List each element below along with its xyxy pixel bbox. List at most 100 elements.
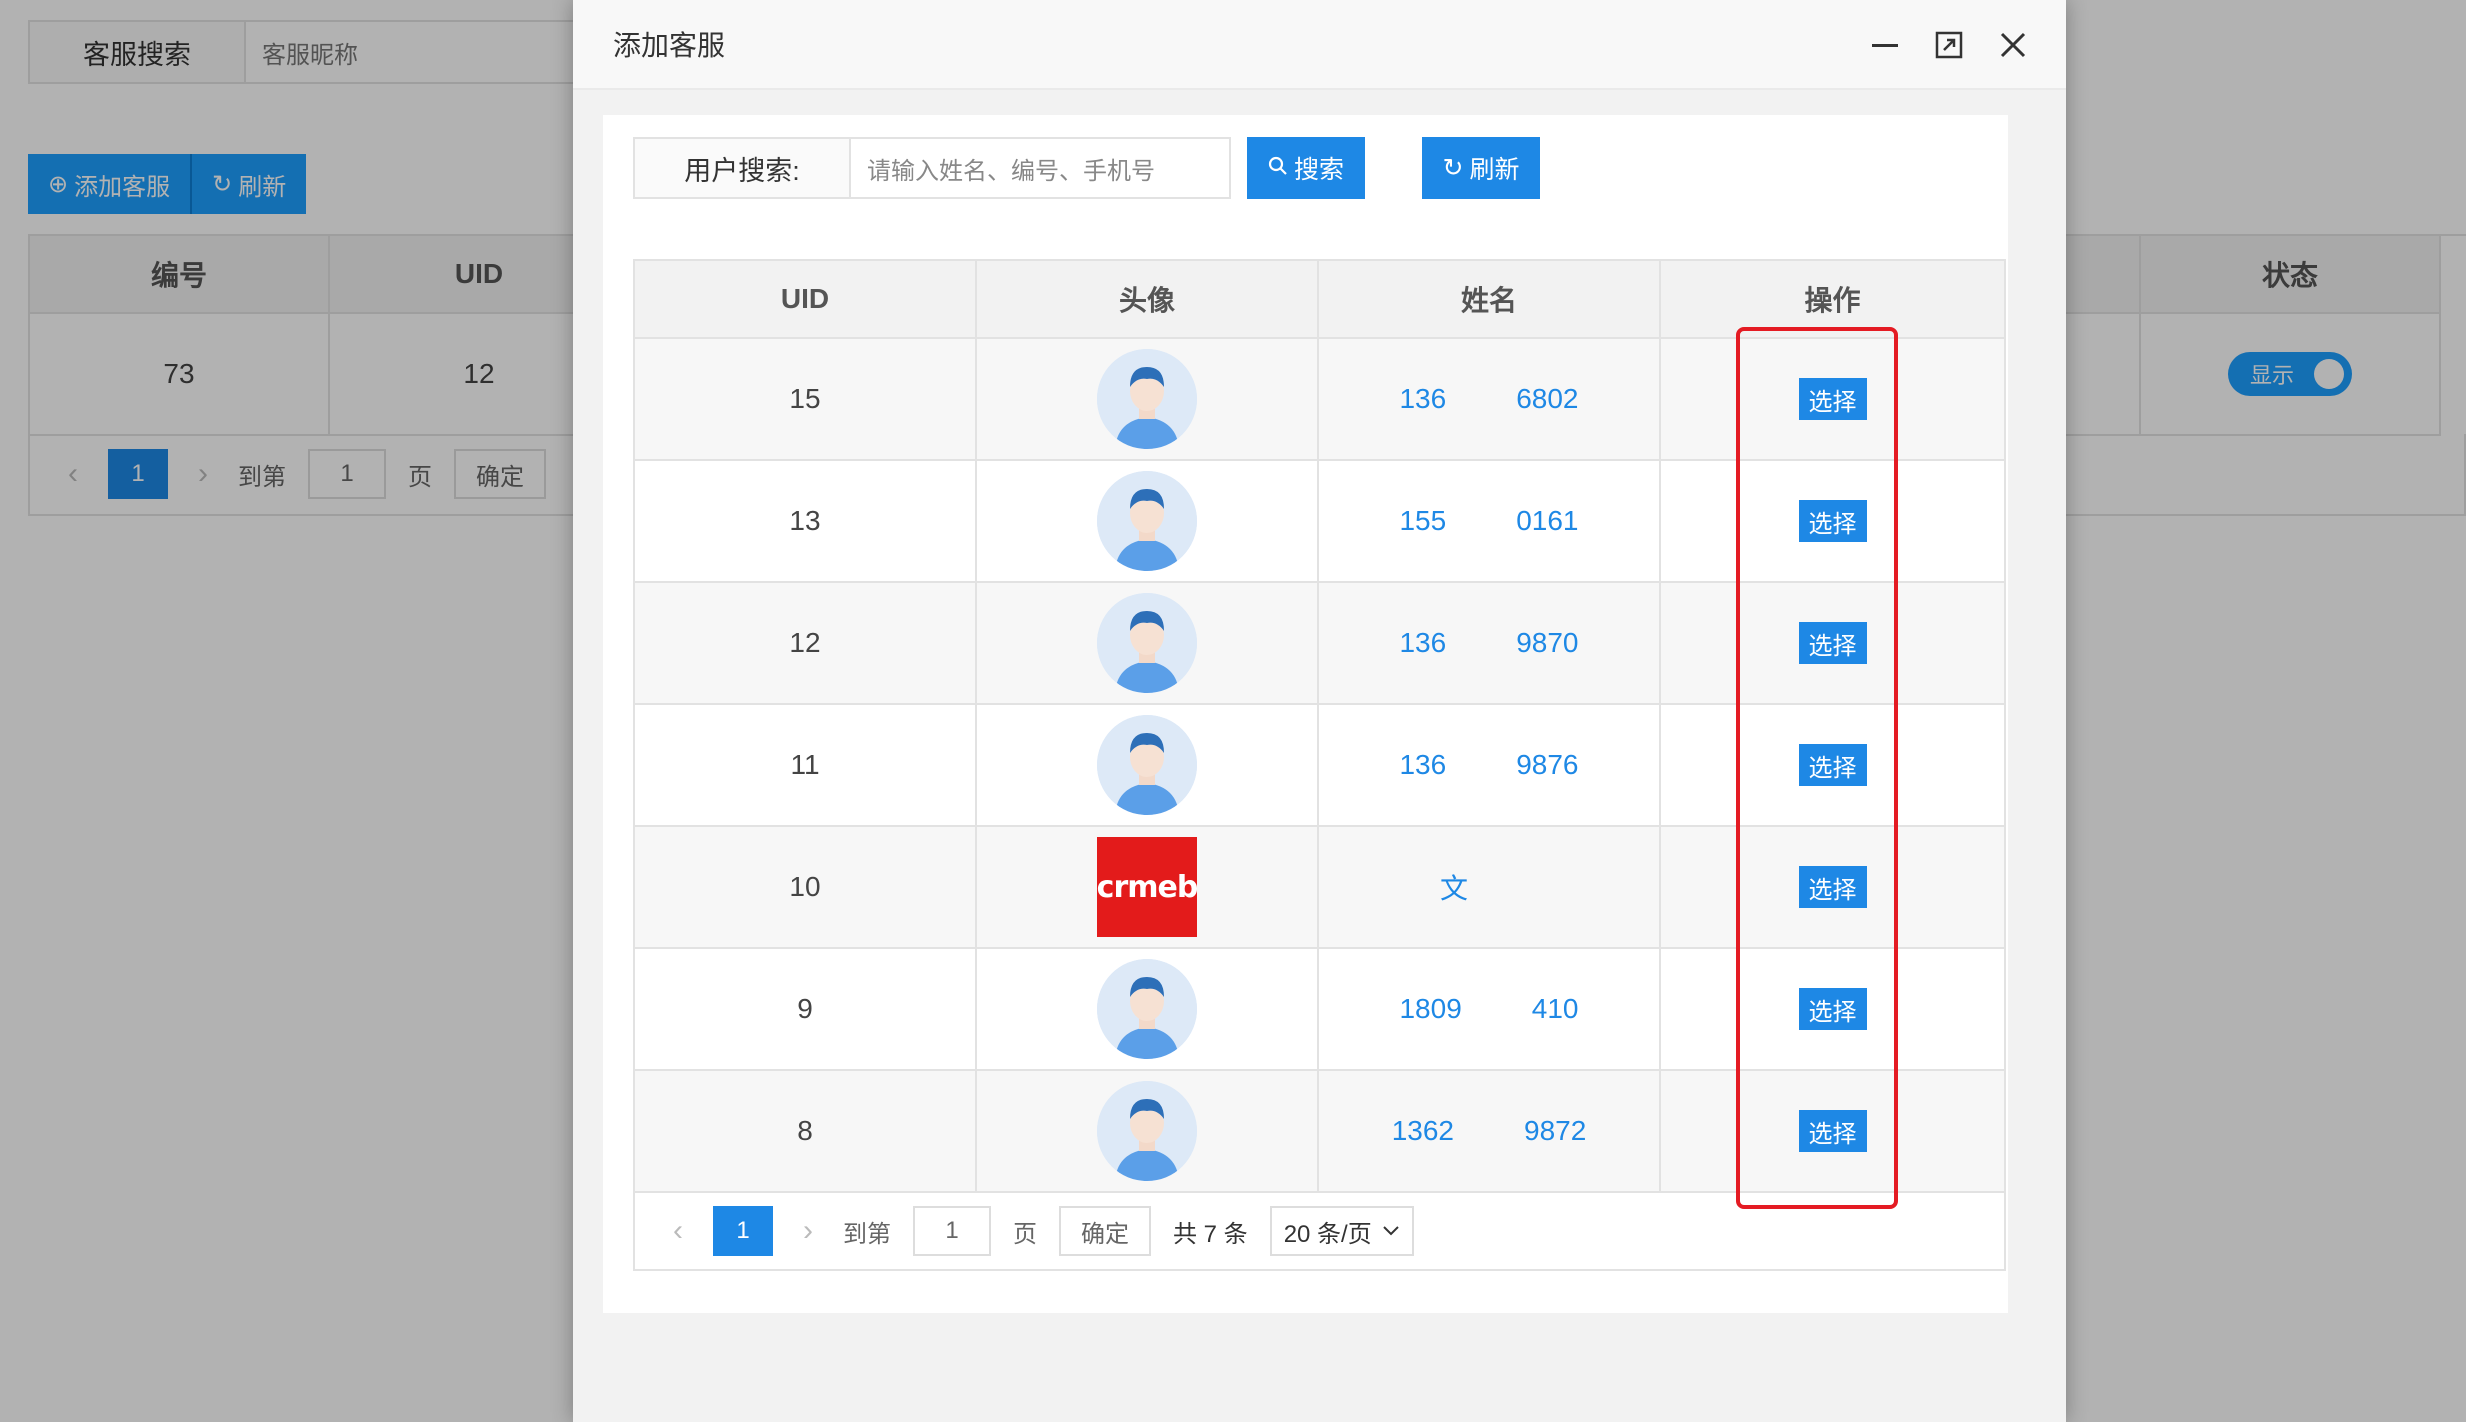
cell-avatar — [977, 705, 1319, 827]
user-avatar-icon — [1097, 959, 1197, 1059]
cell-action: 选择 — [1661, 1071, 2006, 1193]
select-button[interactable]: 选择 — [1798, 622, 1867, 664]
search-icon — [1268, 154, 1288, 183]
page-input[interactable]: 1 — [913, 1206, 991, 1256]
cell-avatar — [977, 339, 1319, 461]
user-name-link[interactable]: 155 0161 — [1399, 505, 1578, 537]
select-button[interactable]: 选择 — [1798, 744, 1867, 786]
confirm-button[interactable]: 确定 — [1059, 1206, 1151, 1256]
uid-value: 8 — [797, 1115, 813, 1146]
name-prefix: 155 — [1399, 505, 1447, 536]
user-name-link[interactable]: 1809 410 — [1399, 993, 1578, 1025]
modal-tools — [1868, 28, 2030, 62]
header-avatar: 头像 — [977, 261, 1319, 339]
table-row: 13 155 0161 选择 — [635, 461, 2006, 583]
modal-pagination: ‹ 1 › 到第 1 页 确定 共 7 条 20 条/页 — [635, 1193, 2006, 1271]
refresh-icon: ↻ — [1442, 154, 1464, 182]
uid-value: 13 — [789, 505, 821, 536]
user-table-header: UID 头像 姓名 操作 — [635, 261, 2006, 339]
crmeb-logo-avatar: crmeb — [1097, 837, 1198, 937]
cell-uid: 10 — [635, 827, 977, 949]
user-avatar-icon — [1097, 471, 1197, 571]
cell-action: 选择 — [1661, 339, 2006, 461]
cell-avatar: crmeb — [977, 827, 1319, 949]
cell-action: 选择 — [1661, 827, 2006, 949]
cell-action: 选择 — [1661, 705, 2006, 827]
total-count: 共 7 条 — [1173, 1220, 1248, 1248]
cell-name: 1362 9872 — [1319, 1071, 1661, 1193]
user-search-bar: 用户搜索: 请输入姓名、编号、手机号 — [633, 137, 1231, 199]
uid-value: 9 — [797, 993, 813, 1024]
cell-name: 136 6802 — [1319, 339, 1661, 461]
cell-action: 选择 — [1661, 949, 2006, 1071]
user-name-link[interactable]: 136 6802 — [1399, 383, 1578, 415]
cell-uid: 9 — [635, 949, 977, 1071]
name-suffix: 9876 — [1516, 749, 1579, 780]
name-suffix: 9870 — [1516, 627, 1579, 658]
close-icon[interactable] — [1996, 28, 2030, 62]
name-prefix: 1362 — [1391, 1115, 1454, 1146]
modal-header: 添加客服 — [573, 0, 2066, 90]
name-suffix: 9872 — [1524, 1115, 1587, 1146]
select-button[interactable]: 选择 — [1798, 866, 1867, 908]
user-avatar-icon — [1097, 1081, 1197, 1181]
minimize-icon[interactable] — [1868, 28, 1902, 62]
cell-action: 选择 — [1661, 461, 2006, 583]
page-unit: 页 — [1013, 1220, 1037, 1248]
user-name-link[interactable]: 1362 9872 — [1392, 1115, 1587, 1147]
table-row: 12 136 9870 选择 — [635, 583, 2006, 705]
header-uid: UID — [635, 261, 977, 339]
prev-page-icon[interactable]: ‹ — [665, 1214, 691, 1248]
refresh-button[interactable]: ↻ 刷新 — [1422, 137, 1540, 199]
header-name: 姓名 — [1319, 261, 1661, 339]
name-prefix: 136 — [1399, 627, 1447, 658]
name-suffix: 6802 — [1516, 383, 1579, 414]
page-size-select[interactable]: 20 条/页 — [1269, 1206, 1414, 1256]
cell-name: 1809 410 — [1319, 949, 1661, 1071]
user-avatar-icon — [1097, 593, 1197, 693]
cell-avatar — [977, 1071, 1319, 1193]
goto-label: 到第 — [843, 1220, 891, 1248]
uid-value: 15 — [789, 383, 821, 414]
modal-title: 添加客服 — [613, 30, 726, 61]
cell-avatar — [977, 461, 1319, 583]
cell-avatar — [977, 583, 1319, 705]
cell-uid: 8 — [635, 1071, 977, 1193]
user-name-link[interactable]: 136 9876 — [1399, 749, 1578, 781]
search-button[interactable]: 搜索 — [1247, 137, 1365, 199]
cell-action: 选择 — [1661, 583, 2006, 705]
user-name-link[interactable]: 文 — [1440, 867, 1538, 907]
name-suffix: 410 — [1531, 993, 1579, 1024]
add-service-modal: 添加客服 用户搜索: 请输入姓名、编号、手机号 UID 头像 姓名 操作 15 … — [573, 0, 2066, 1422]
maximize-icon[interactable] — [1932, 28, 1966, 62]
table-row: 9 1809 410 选择 — [635, 949, 2006, 1071]
cell-uid: 13 — [635, 461, 977, 583]
next-page-icon[interactable]: › — [795, 1214, 821, 1248]
user-avatar-icon — [1097, 715, 1197, 815]
table-row: 8 1362 9872 选择 — [635, 1071, 2006, 1193]
select-button[interactable]: 选择 — [1798, 378, 1867, 420]
table-row: 10 crmeb 文 选择 — [635, 827, 2006, 949]
user-search-label: 用户搜索: — [633, 137, 851, 199]
cell-uid: 11 — [635, 705, 977, 827]
uid-value: 11 — [790, 749, 820, 780]
uid-value: 10 — [789, 871, 821, 902]
user-search-input[interactable]: 请输入姓名、编号、手机号 — [851, 137, 1231, 199]
uid-value: 12 — [789, 627, 821, 658]
user-name-link[interactable]: 136 9870 — [1399, 627, 1578, 659]
user-table: UID 头像 姓名 操作 15 136 6802 选择 13 155 0161 选择… — [633, 259, 2006, 1271]
select-button[interactable]: 选择 — [1798, 1110, 1867, 1152]
select-button[interactable]: 选择 — [1798, 988, 1867, 1030]
name-suffix: 0161 — [1516, 505, 1579, 536]
table-row: 11 136 9876 选择 — [635, 705, 2006, 827]
cell-uid: 15 — [635, 339, 977, 461]
header-action: 操作 — [1661, 261, 2006, 339]
select-button[interactable]: 选择 — [1798, 500, 1867, 542]
cell-name: 136 9876 — [1319, 705, 1661, 827]
cell-name: 136 9870 — [1319, 583, 1661, 705]
user-avatar-icon — [1097, 349, 1197, 449]
current-page[interactable]: 1 — [713, 1206, 773, 1256]
cell-uid: 12 — [635, 583, 977, 705]
modal-body: 用户搜索: 请输入姓名、编号、手机号 UID 头像 姓名 操作 15 136 68… — [603, 115, 2008, 1313]
name-prefix: 136 — [1399, 383, 1447, 414]
